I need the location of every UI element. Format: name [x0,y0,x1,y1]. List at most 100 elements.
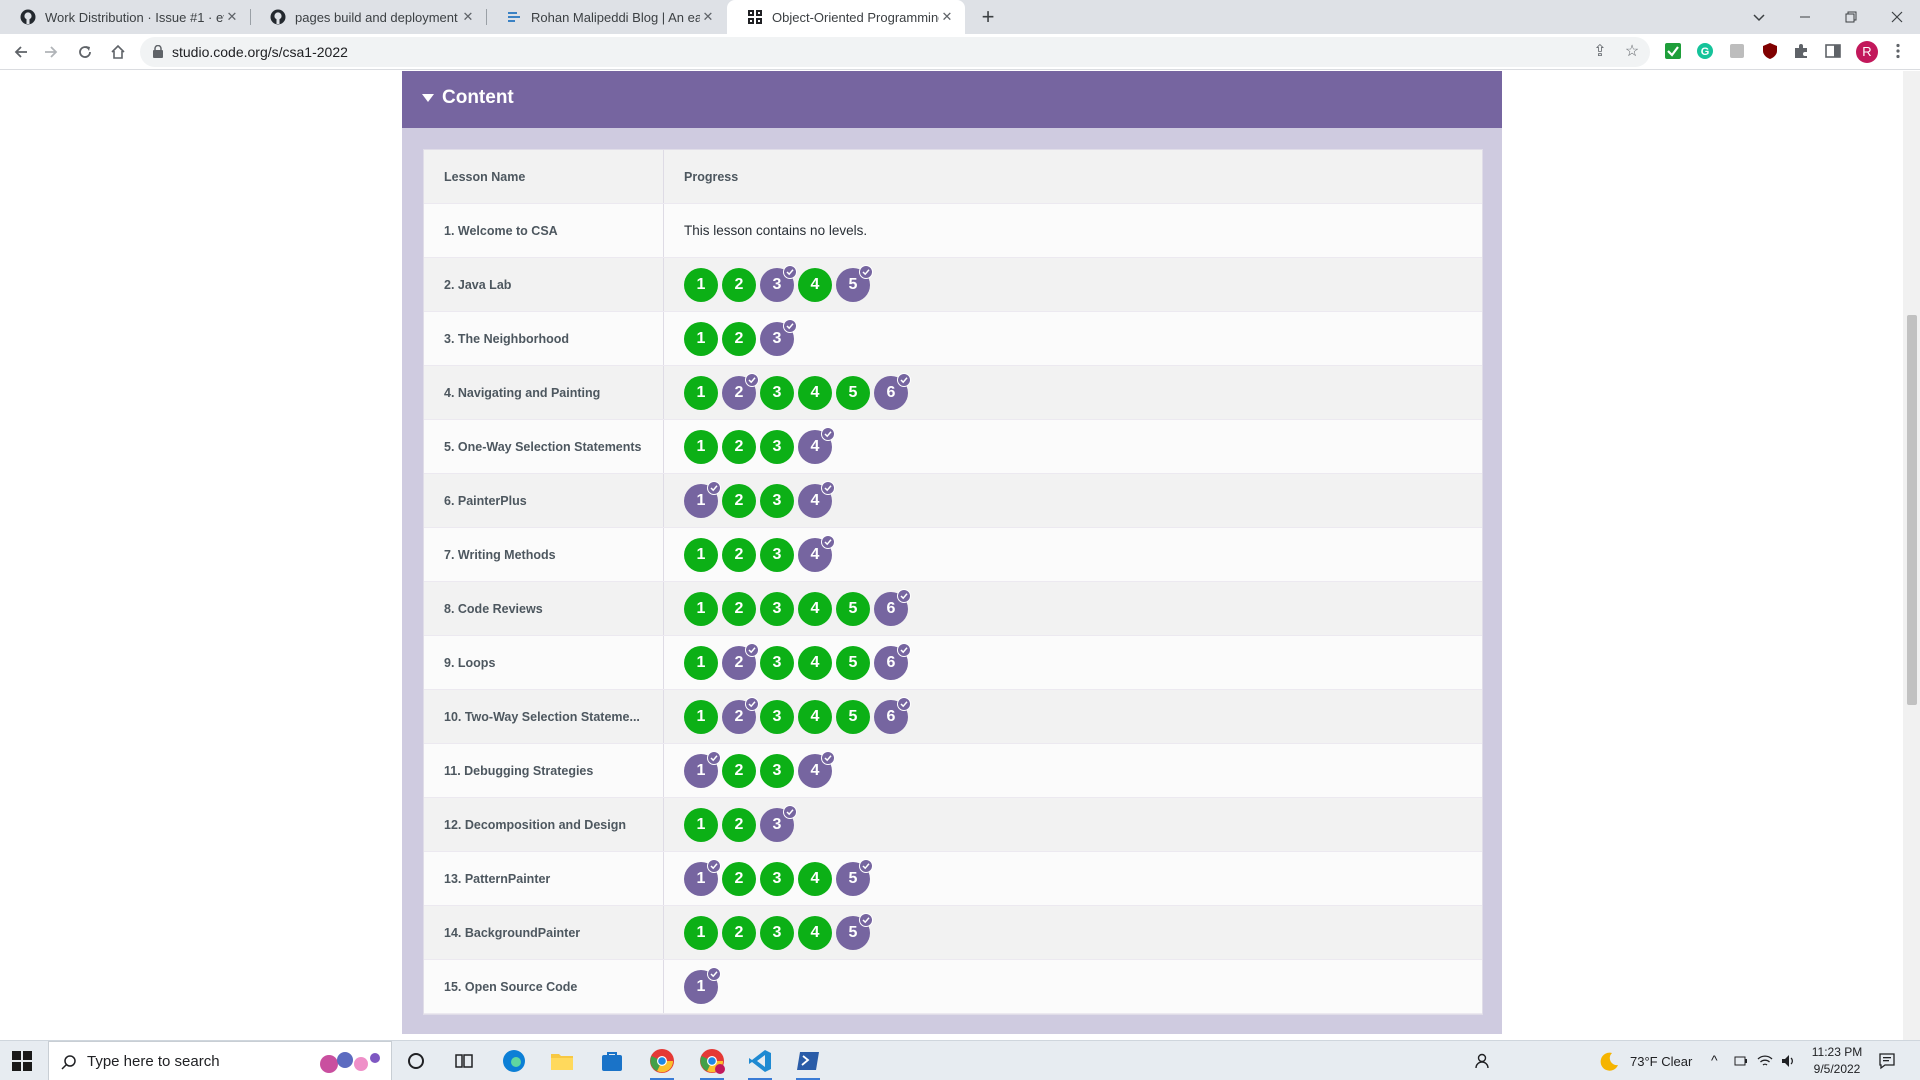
level-bubble[interactable]: 3 [760,753,794,788]
lesson-name-link[interactable]: 5. One-Way Selection Statements [424,420,664,473]
level-bubble[interactable]: 5 [836,699,870,734]
lesson-name-link[interactable]: 9. Loops [424,636,664,689]
level-bubble[interactable]: 3 [760,915,794,950]
level-bubble[interactable]: 4 [798,645,832,680]
level-bubble[interactable]: 3 [760,483,794,518]
level-bubble[interactable]: 4 [798,699,832,734]
level-bubble[interactable]: 1 [684,321,718,356]
store-icon[interactable] [592,1045,632,1077]
bookmark-star-icon[interactable]: ☆ [1622,42,1642,62]
level-bubble[interactable]: 1 [684,267,718,302]
level-bubble[interactable]: 6 [874,696,911,734]
volume-icon[interactable] [1780,1053,1796,1069]
page-scrollbar[interactable] [1903,71,1920,1040]
file-explorer-icon[interactable] [542,1045,582,1077]
share-icon[interactable]: ⇪ [1590,42,1610,62]
windows-start-icon[interactable] [12,1051,32,1071]
level-bubble[interactable]: 3 [760,375,794,410]
cortana-icon[interactable] [396,1045,436,1077]
level-bubble[interactable]: 1 [684,807,718,842]
level-bubble[interactable]: 3 [760,429,794,464]
notifications-icon[interactable] [1878,1052,1896,1070]
level-bubble[interactable]: 4 [798,534,835,572]
level-bubble[interactable]: 2 [722,861,756,896]
level-bubble[interactable]: 2 [722,372,759,410]
level-bubble[interactable]: 3 [760,699,794,734]
level-bubble[interactable]: 2 [722,429,756,464]
extension-gray-icon[interactable] [1727,42,1747,62]
edge-icon[interactable] [494,1045,534,1077]
level-bubble[interactable]: 1 [684,750,721,788]
level-bubble[interactable]: 2 [722,642,759,680]
lesson-name-link[interactable]: 1. Welcome to CSA [424,204,664,257]
level-bubble[interactable]: 2 [722,807,756,842]
address-bar[interactable]: studio.code.org/s/csa1-2022 ⇪ ☆ [140,37,1650,67]
reload-icon[interactable] [72,39,98,65]
task-view-icon[interactable] [444,1045,484,1077]
level-bubble[interactable]: 4 [798,861,832,896]
level-bubble[interactable]: 5 [836,912,873,950]
level-bubble[interactable]: 1 [684,645,718,680]
lesson-name-link[interactable]: 11. Debugging Strategies [424,744,664,797]
tab-blog[interactable]: Rohan Malipeddi Blog | An easy t ✕ [486,0,726,34]
battery-icon[interactable] [1734,1054,1748,1068]
tab-search-icon[interactable] [1736,0,1782,34]
lesson-name-link[interactable]: 10. Two-Way Selection Stateme... [424,690,664,743]
lesson-name-link[interactable]: 3. The Neighborhood [424,312,664,365]
level-bubble[interactable]: 4 [798,480,835,518]
level-bubble[interactable]: 6 [874,372,911,410]
level-bubble[interactable]: 5 [836,375,870,410]
back-icon[interactable] [8,39,34,65]
level-bubble[interactable]: 4 [798,426,835,464]
moon-weather-icon[interactable] [1598,1051,1620,1073]
level-bubble[interactable]: 4 [798,375,832,410]
tab-object-oriented-programming[interactable]: Object-Oriented Programming ( ✕ [727,0,965,34]
level-bubble[interactable]: 4 [798,591,832,626]
level-bubble[interactable]: 1 [684,915,718,950]
level-bubble[interactable]: 1 [684,375,718,410]
profile-avatar[interactable]: R [1856,41,1878,63]
level-bubble[interactable]: 5 [836,858,873,896]
level-bubble[interactable]: 5 [836,645,870,680]
level-bubble[interactable]: 2 [722,267,756,302]
level-bubble[interactable]: 3 [760,861,794,896]
level-bubble[interactable]: 3 [760,804,797,842]
vscode-icon[interactable] [740,1045,780,1080]
weather-text[interactable]: 73°F Clear [1630,1054,1692,1069]
close-icon[interactable]: ✕ [939,9,955,25]
level-bubble[interactable]: 1 [684,591,718,626]
level-bubble[interactable]: 4 [798,267,832,302]
level-bubble[interactable]: 6 [874,642,911,680]
close-icon[interactable]: ✕ [460,9,476,25]
level-bubble[interactable]: 3 [760,318,797,356]
level-bubble[interactable]: 2 [722,753,756,788]
grammarly-icon[interactable]: G [1695,42,1715,62]
level-bubble[interactable]: 4 [798,915,832,950]
level-bubble[interactable]: 1 [684,858,721,896]
level-bubble[interactable]: 1 [684,699,718,734]
forward-icon[interactable] [38,39,64,65]
chevron-up-icon[interactable]: ^ [1711,1052,1718,1068]
home-icon[interactable] [105,39,131,65]
clock-date[interactable]: 9/5/2022 [1809,1062,1865,1076]
lesson-name-link[interactable]: 15. Open Source Code [424,960,664,1013]
people-icon[interactable] [1462,1045,1502,1077]
level-bubble[interactable]: 3 [760,537,794,572]
level-bubble[interactable]: 5 [836,591,870,626]
level-bubble[interactable]: 2 [722,537,756,572]
level-bubble[interactable]: 1 [684,537,718,572]
caret-down-icon[interactable] [422,94,434,102]
level-bubble[interactable]: 6 [874,588,911,626]
checkbox-extension-icon[interactable] [1663,42,1683,62]
scrollbar-thumb[interactable] [1907,315,1917,705]
window-close-icon[interactable] [1874,0,1920,34]
close-icon[interactable]: ✕ [224,9,240,25]
ublock-icon[interactable] [1760,42,1780,62]
lesson-name-link[interactable]: 4. Navigating and Painting [424,366,664,419]
level-bubble[interactable]: 4 [798,750,835,788]
level-bubble[interactable]: 3 [760,591,794,626]
level-bubble[interactable]: 1 [684,966,721,1004]
minimize-icon[interactable] [1782,0,1828,34]
wifi-icon[interactable] [1757,1053,1773,1069]
new-tab-button[interactable]: + [975,4,1001,30]
